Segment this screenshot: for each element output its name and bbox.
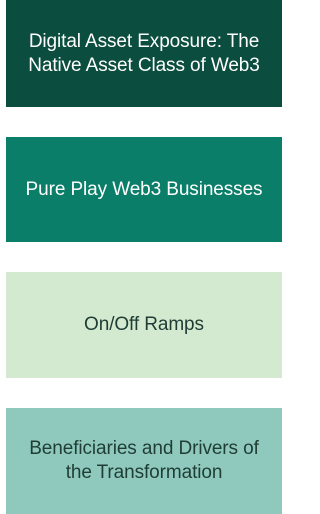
category-stack: Digital Asset Exposure: The Native Asset… [6, 0, 282, 514]
block-label: On/Off Ramps [84, 314, 204, 335]
block-label: Pure Play Web3 Businesses [25, 178, 263, 200]
block-label: Beneficiaries and Drivers of the Transfo… [29, 438, 259, 483]
block-beneficiaries: Beneficiaries and Drivers of the Transfo… [6, 408, 282, 514]
block-on-off-ramps: On/Off Ramps [6, 272, 282, 378]
block-label: Digital Asset Exposure: The Native Asset… [28, 30, 260, 76]
block-digital-asset-exposure: Digital Asset Exposure: The Native Asset… [6, 0, 282, 107]
block-pure-play-web3: Pure Play Web3 Businesses [6, 137, 282, 242]
